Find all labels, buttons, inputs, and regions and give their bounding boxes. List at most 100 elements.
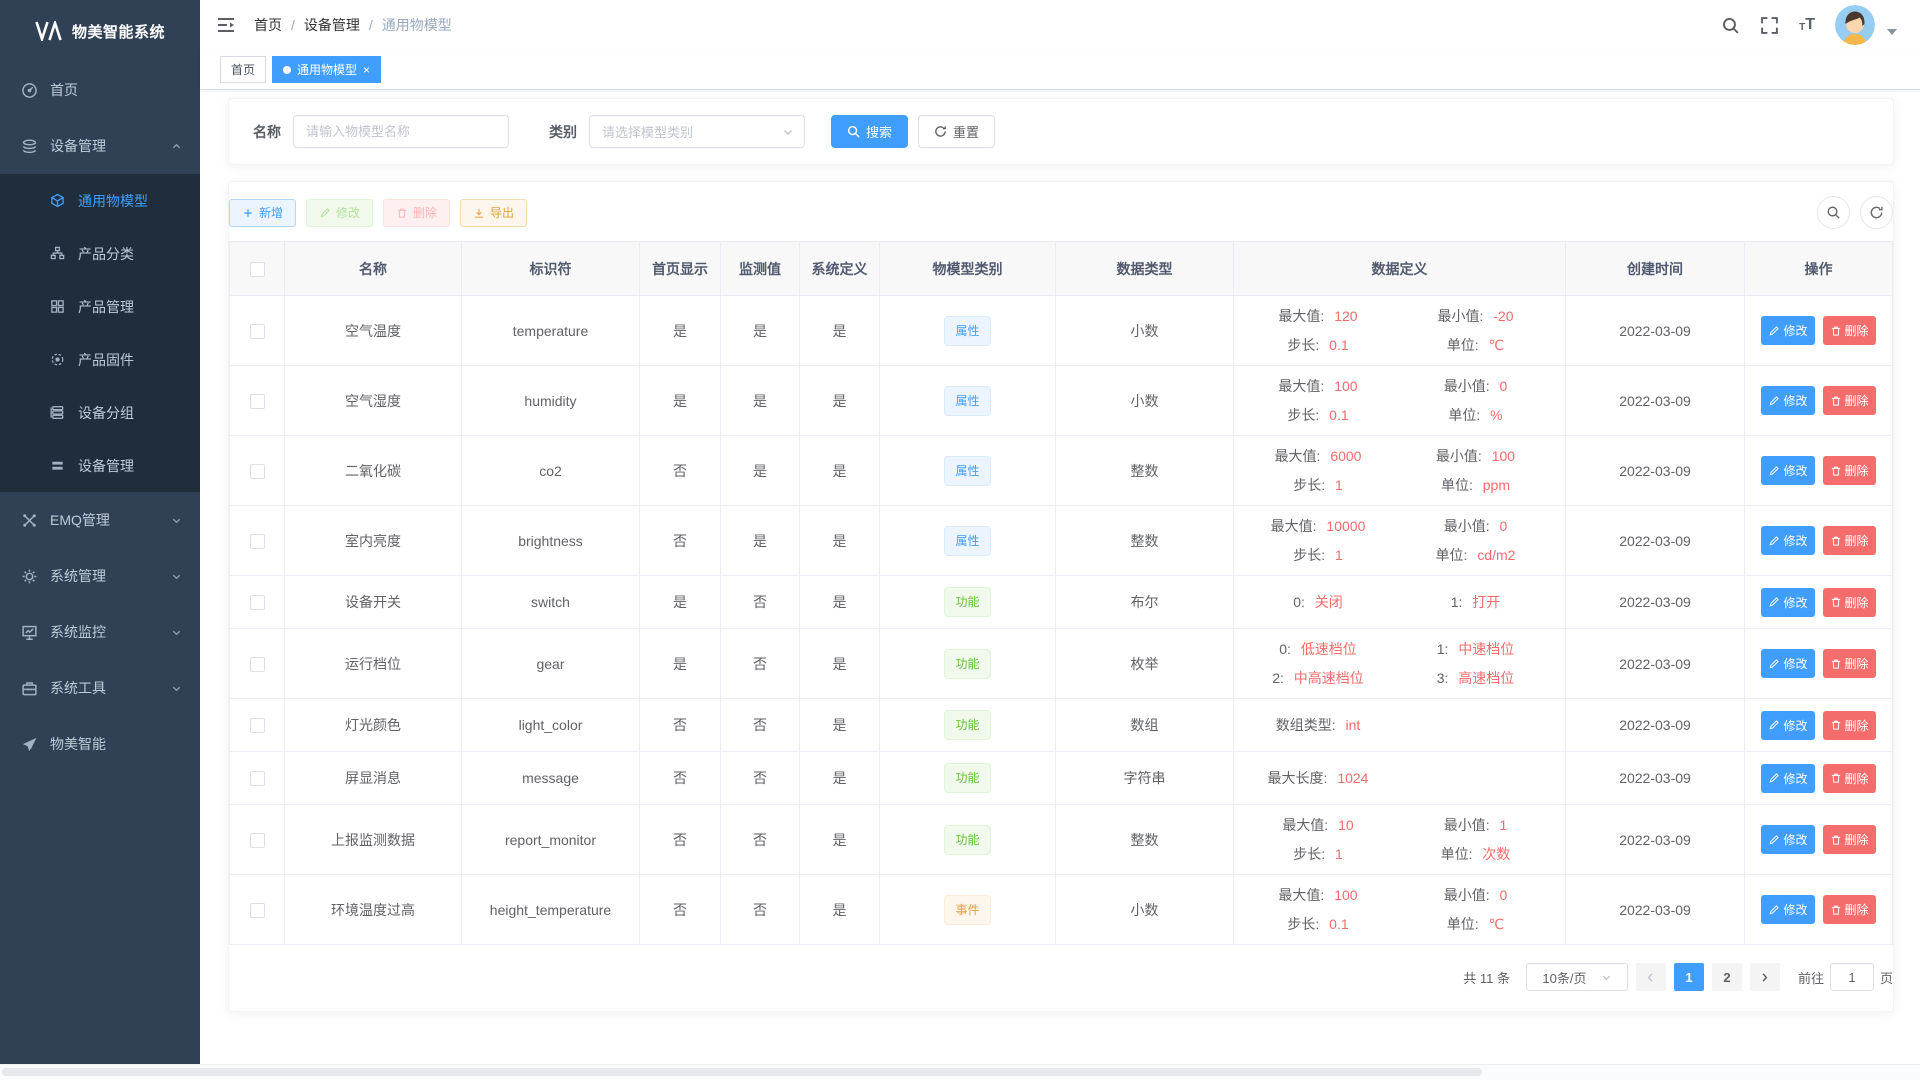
row-edit-button-label: 修改 (1783, 594, 1807, 611)
next-page-button[interactable] (1750, 963, 1780, 991)
sidebar-subitem-1-4[interactable]: 设备分组 (0, 386, 200, 439)
row-checkbox[interactable] (250, 324, 265, 339)
prev-page-button[interactable] (1636, 963, 1666, 991)
row-checkbox[interactable] (250, 394, 265, 409)
sidebar-item-0[interactable]: 首页 (0, 62, 200, 118)
definition-item: 单位: ℃ (1394, 333, 1557, 357)
cell-name: 空气湿度 (285, 366, 462, 436)
row-checkbox[interactable] (250, 657, 265, 672)
data-definition: 最大值: 100最小值: 0步长: 0.1单位: % (1242, 374, 1557, 427)
row-edit-button-label: 修改 (1783, 532, 1807, 549)
row-edit-button[interactable]: 修改 (1761, 649, 1814, 678)
dashboard-icon (20, 81, 38, 99)
toolbar-button-0[interactable]: 新增 (229, 199, 296, 227)
sidebar-item-2[interactable]: EMQ管理 (0, 492, 200, 548)
row-checkbox[interactable] (250, 903, 265, 918)
row-edit-button[interactable]: 修改 (1761, 386, 1814, 415)
row-edit-button[interactable]: 修改 (1761, 825, 1814, 854)
row-delete-button[interactable]: 删除 (1823, 711, 1876, 740)
tab-home[interactable]: 首页 (220, 56, 266, 83)
sidebar-subitem-1-0[interactable]: 通用物模型 (0, 174, 200, 227)
toolbar-button-label: 删除 (413, 204, 437, 221)
row-delete-button[interactable]: 删除 (1823, 588, 1876, 617)
row-edit-button[interactable]: 修改 (1761, 711, 1814, 740)
category-filter-select[interactable]: 请选择模型类别 (589, 115, 805, 148)
table-row-9: 环境温度过高height_temperature否否是事件小数最大值: 100最… (230, 875, 1893, 945)
sidebar-item-4[interactable]: 系统监控 (0, 604, 200, 660)
sidebar-item-3[interactable]: 系统管理 (0, 548, 200, 604)
row-delete-button[interactable]: 删除 (1823, 764, 1876, 793)
breadcrumb-separator: / (291, 17, 295, 33)
sidebar-item-1[interactable]: 设备管理 (0, 118, 200, 174)
refresh-icon[interactable] (1860, 196, 1893, 229)
fullscreen-icon[interactable] (1760, 16, 1779, 35)
goto-page-input[interactable] (1830, 963, 1874, 991)
toggle-search-icon[interactable] (1817, 196, 1850, 229)
app-root: 物美智能系统 首页设备管理通用物模型产品分类产品管理产品固件设备分组设备管理EM… (0, 0, 1920, 1080)
toolbar-buttons: 新增修改 删除 导出 (229, 199, 527, 227)
scrollbar-thumb[interactable] (2, 1068, 1482, 1076)
definition-value: 打开 (1472, 594, 1500, 610)
row-delete-button[interactable]: 删除 (1823, 386, 1876, 415)
cell-actions: 修改删除 (1745, 805, 1893, 875)
page-size-select[interactable]: 10条/页 (1526, 963, 1628, 991)
row-checkbox[interactable] (250, 464, 265, 479)
toolbar-button-3[interactable]: 导出 (460, 199, 527, 227)
search-icon[interactable] (1721, 16, 1740, 35)
definition-label: 最小值: (1444, 378, 1494, 394)
sidebar-collapse-icon[interactable] (216, 16, 236, 34)
row-delete-button[interactable]: 删除 (1823, 456, 1876, 485)
avatar[interactable] (1835, 5, 1875, 45)
row-checkbox[interactable] (250, 534, 265, 549)
row-edit-button[interactable]: 修改 (1761, 588, 1814, 617)
sidebar-item-label: 系统管理 (50, 566, 171, 586)
chevron-down-icon[interactable] (1887, 29, 1897, 35)
select-all-checkbox[interactable] (250, 262, 265, 277)
sidebar-item-6[interactable]: 物美智能 (0, 716, 200, 772)
cell-category: 属性 (880, 506, 1056, 576)
sidebar-subitem-1-1[interactable]: 产品分类 (0, 227, 200, 280)
tab-thing-model[interactable]: 通用物模型 × (272, 56, 381, 83)
chevron-down-icon (171, 515, 182, 526)
definition-label: 步长: (1293, 547, 1329, 563)
toolbar-button-1[interactable]: 修改 (306, 199, 373, 227)
row-checkbox[interactable] (250, 718, 265, 733)
name-filter-input[interactable] (293, 115, 509, 148)
close-icon[interactable]: × (363, 64, 370, 76)
horizontal-scrollbar[interactable] (0, 1064, 1920, 1080)
row-checkbox[interactable] (250, 833, 265, 848)
row-delete-button[interactable]: 删除 (1823, 316, 1876, 345)
row-edit-button[interactable]: 修改 (1761, 895, 1814, 924)
row-checkbox[interactable] (250, 771, 265, 786)
page-button-1[interactable]: 1 (1674, 963, 1704, 991)
sidebar-item-label: 设备管理 (50, 136, 171, 156)
sidebar-subitem-1-5[interactable]: 设备管理 (0, 439, 200, 492)
reset-button[interactable]: 重置 (918, 115, 995, 148)
row-delete-button[interactable]: 删除 (1823, 526, 1876, 555)
row-edit-button[interactable]: 修改 (1761, 456, 1814, 485)
search-button[interactable]: 搜索 (831, 115, 908, 148)
grid-icon (48, 298, 66, 316)
sidebar-subitem-1-2[interactable]: 产品管理 (0, 280, 200, 333)
row-edit-button[interactable]: 修改 (1761, 764, 1814, 793)
breadcrumb-device-mgmt[interactable]: 设备管理 (304, 15, 360, 35)
row-edit-button[interactable]: 修改 (1761, 526, 1814, 555)
definition-label: 步长: (1287, 337, 1323, 353)
row-delete-button[interactable]: 删除 (1823, 895, 1876, 924)
row-edit-button[interactable]: 修改 (1761, 316, 1814, 345)
page-button-2[interactable]: 2 (1712, 963, 1742, 991)
cell-monitor-value: 否 (721, 629, 800, 699)
chevron-down-icon (171, 571, 182, 582)
cell-definition: 最大值: 100最小值: 0步长: 0.1单位: ℃ (1234, 875, 1566, 945)
definition-item: 数组类型: int (1242, 713, 1394, 737)
row-checkbox[interactable] (250, 595, 265, 610)
row-delete-button[interactable]: 删除 (1823, 649, 1876, 678)
logo-row[interactable]: 物美智能系统 (0, 0, 200, 62)
row-delete-button[interactable]: 删除 (1823, 825, 1876, 854)
breadcrumb-home[interactable]: 首页 (254, 15, 282, 35)
font-size-icon[interactable]: TT (1799, 17, 1815, 33)
toolbar-button-2[interactable]: 删除 (383, 199, 450, 227)
cell-home-display: 否 (640, 436, 721, 506)
sidebar-item-5[interactable]: 系统工具 (0, 660, 200, 716)
sidebar-subitem-1-3[interactable]: 产品固件 (0, 333, 200, 386)
